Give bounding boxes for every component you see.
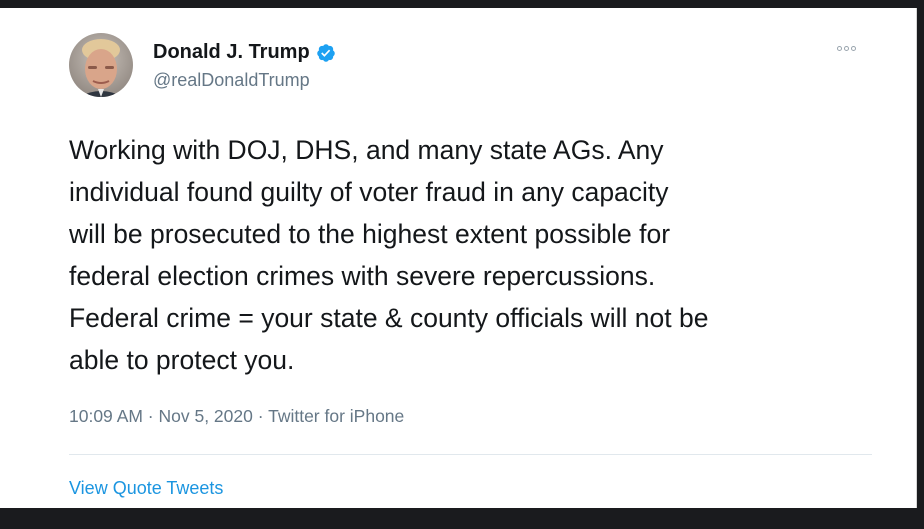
divider (69, 454, 872, 455)
dot (851, 46, 856, 51)
tweet-text-line: Federal crime = your state & county offi… (69, 303, 709, 333)
author-name-row[interactable]: Donald J. Trump (153, 41, 336, 64)
avatar[interactable] (69, 33, 133, 97)
author-handle[interactable]: @realDonaldTrump (153, 70, 310, 91)
avatar-image (69, 33, 133, 97)
tweet-text-line: individual found guilty of voter fraud i… (69, 177, 669, 207)
tweet-timestamp-source[interactable]: 10:09 AM · Nov 5, 2020 · Twitter for iPh… (69, 406, 404, 427)
tweet-text-line: Working with DOJ, DHS, and many state AG… (69, 135, 664, 165)
more-options-icon[interactable] (837, 46, 856, 51)
screenshot-frame: Donald J. Trump @realDonaldTrump Working… (0, 0, 924, 529)
view-quote-tweets-link[interactable]: View Quote Tweets (69, 478, 223, 499)
tweet-text-line: will be prosecuted to the highest extent… (69, 219, 671, 249)
author-display-name[interactable]: Donald J. Trump (153, 41, 310, 64)
dot (844, 46, 849, 51)
tweet-text-line: able to protect you. (69, 345, 295, 375)
tweet-text: Working with DOJ, DHS, and many state AG… (69, 129, 889, 381)
verified-badge-icon (316, 43, 336, 63)
tweet-text-line: federal election crimes with severe repe… (69, 261, 656, 291)
dot (837, 46, 842, 51)
tweet-card: Donald J. Trump @realDonaldTrump Working… (0, 8, 917, 508)
